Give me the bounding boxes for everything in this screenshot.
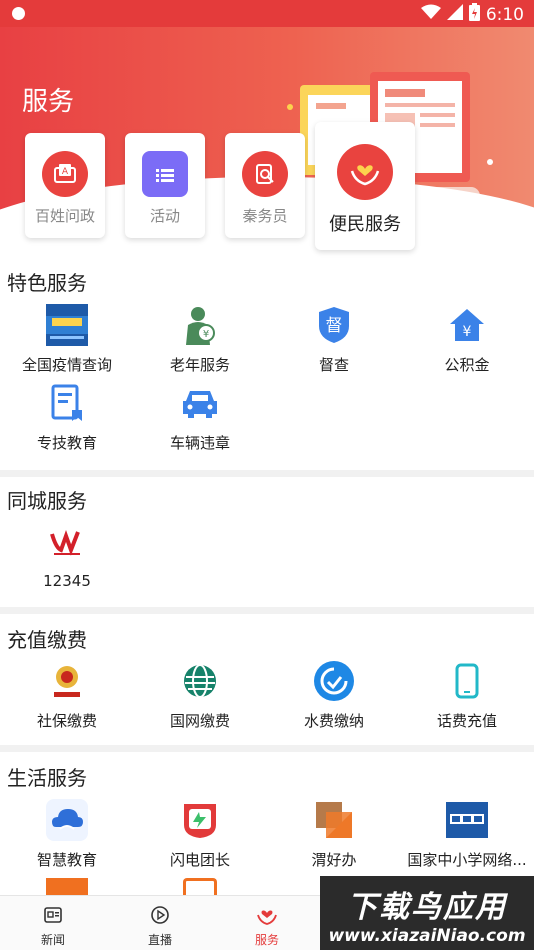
service-item-water-bill[interactable]: 水费缴纳 — [267, 660, 401, 731]
quick-link-convenience[interactable]: 便民服务 — [315, 122, 415, 250]
nav-tab-service[interactable]: 服务 — [232, 904, 302, 948]
watermark-overlay: 下载鸟应用 www.xiazaiNiao.com — [320, 876, 534, 950]
status-indicators: 6:10 — [420, 3, 524, 26]
quick-link-activity[interactable]: 活动 — [125, 133, 205, 238]
service-heart-icon — [257, 910, 277, 925]
svg-text:A: A — [62, 167, 69, 177]
service-item-hotline[interactable]: 12345 — [0, 522, 134, 590]
cloud-education-icon — [46, 799, 88, 841]
service-label: 闪电团长 — [169, 851, 230, 869]
section-title-payment: 充值缴费 — [7, 628, 87, 652]
wifi-icon — [420, 4, 441, 25]
service-item-phone-recharge[interactable]: 话费充值 — [400, 660, 534, 731]
service-label: 水费缴纳 — [303, 712, 364, 730]
signal-icon — [446, 4, 463, 25]
cloud-platform-icon — [446, 799, 488, 841]
watermark-url: www.xiazaiNiao.com — [328, 926, 526, 946]
service-item-elderly[interactable]: ¥ 老年服务 — [133, 304, 267, 375]
elderly-icon: ¥ — [179, 304, 221, 346]
quick-link-label: 秦务员 — [242, 207, 288, 225]
service-item-education[interactable]: 专技教育 — [0, 382, 134, 453]
car-icon — [179, 382, 221, 424]
service-label: 国网缴费 — [169, 712, 230, 730]
phone-icon — [446, 660, 488, 702]
education-document-icon — [46, 382, 88, 424]
partial-row-icon-orange — [46, 878, 88, 895]
section-divider — [0, 470, 534, 477]
section-divider — [0, 745, 534, 752]
lightning-shop-icon — [179, 799, 221, 841]
service-label: 12345 — [43, 572, 91, 590]
quick-link-label: 百姓问政 — [34, 207, 95, 225]
service-label: 专技教育 — [36, 434, 97, 452]
page-title: 服务 — [22, 87, 75, 117]
service-label: 督查 — [318, 356, 349, 374]
nav-tab-label: 直播 — [147, 933, 172, 947]
svg-text:¥: ¥ — [463, 324, 472, 340]
partial-row-icon-briefcase — [183, 878, 217, 895]
hotline-logo-icon — [46, 522, 88, 564]
weihaoban-icon — [313, 799, 355, 841]
activity-icon — [142, 151, 188, 197]
state-grid-icon — [179, 660, 221, 702]
quick-link-label: 便民服务 — [329, 214, 401, 235]
epidemic-map-icon — [46, 304, 88, 346]
nav-tab-live[interactable]: 直播 — [125, 904, 195, 948]
service-item-supervision[interactable]: 督 督查 — [267, 304, 401, 375]
news-icon — [44, 907, 62, 923]
nav-tab-label: 服务 — [254, 933, 279, 947]
live-play-icon — [151, 906, 169, 924]
quick-link-petition[interactable]: A 百姓问政 — [25, 133, 105, 238]
service-item-weihaoban[interactable]: 渭好办 — [267, 799, 401, 870]
service-label: 公积金 — [444, 356, 490, 374]
service-label: 社保缴费 — [36, 712, 97, 730]
nav-tab-news[interactable]: 新闻 — [18, 904, 88, 948]
svg-text:¥: ¥ — [203, 329, 209, 340]
service-item-vehicle-violation[interactable]: 车辆违章 — [133, 382, 267, 453]
water-drop-icon — [313, 660, 355, 702]
watermark-title: 下载鸟应用 — [347, 890, 507, 925]
section-title-featured: 特色服务 — [7, 271, 87, 295]
clock: 6:10 — [485, 4, 524, 25]
service-item-housing-fund[interactable]: ¥ 公积金 — [400, 304, 534, 375]
service-label: 渭好办 — [311, 851, 357, 869]
housing-fund-icon: ¥ — [446, 304, 488, 346]
document-search-icon — [242, 151, 288, 197]
tax-emblem-icon — [46, 660, 88, 702]
service-item-epidemic[interactable]: 全国疫情查询 — [0, 304, 134, 375]
service-item-social-security[interactable]: 社保缴费 — [0, 660, 134, 731]
supervision-badge-icon: 督 — [313, 304, 355, 346]
notification-dot-icon — [12, 7, 25, 20]
service-item-state-grid[interactable]: 国网缴费 — [133, 660, 267, 731]
service-label: 话费充值 — [436, 712, 497, 730]
status-bar: 6:10 — [0, 0, 534, 27]
svg-text:督: 督 — [326, 316, 343, 336]
heart-hands-icon — [337, 144, 393, 200]
battery-icon — [468, 3, 480, 26]
service-item-national-school-platform[interactable]: 国家中小学网络... — [400, 799, 534, 870]
service-label: 车辆违章 — [169, 434, 230, 452]
service-label: 智慧教育 — [36, 851, 97, 869]
nav-tab-label: 新闻 — [40, 933, 65, 947]
petition-icon: A — [42, 151, 88, 197]
quick-link-civil-servant[interactable]: 秦务员 — [225, 133, 305, 238]
section-title-city: 同城服务 — [7, 489, 87, 513]
service-label: 国家中小学网络... — [407, 851, 527, 869]
service-label: 老年服务 — [169, 356, 230, 374]
quick-link-label: 活动 — [149, 207, 180, 225]
service-label: 全国疫情查询 — [21, 356, 112, 374]
service-item-smart-education[interactable]: 智慧教育 — [0, 799, 134, 870]
section-title-life: 生活服务 — [7, 766, 87, 790]
section-divider — [0, 607, 534, 614]
service-item-lightning-leader[interactable]: 闪电团长 — [133, 799, 267, 870]
